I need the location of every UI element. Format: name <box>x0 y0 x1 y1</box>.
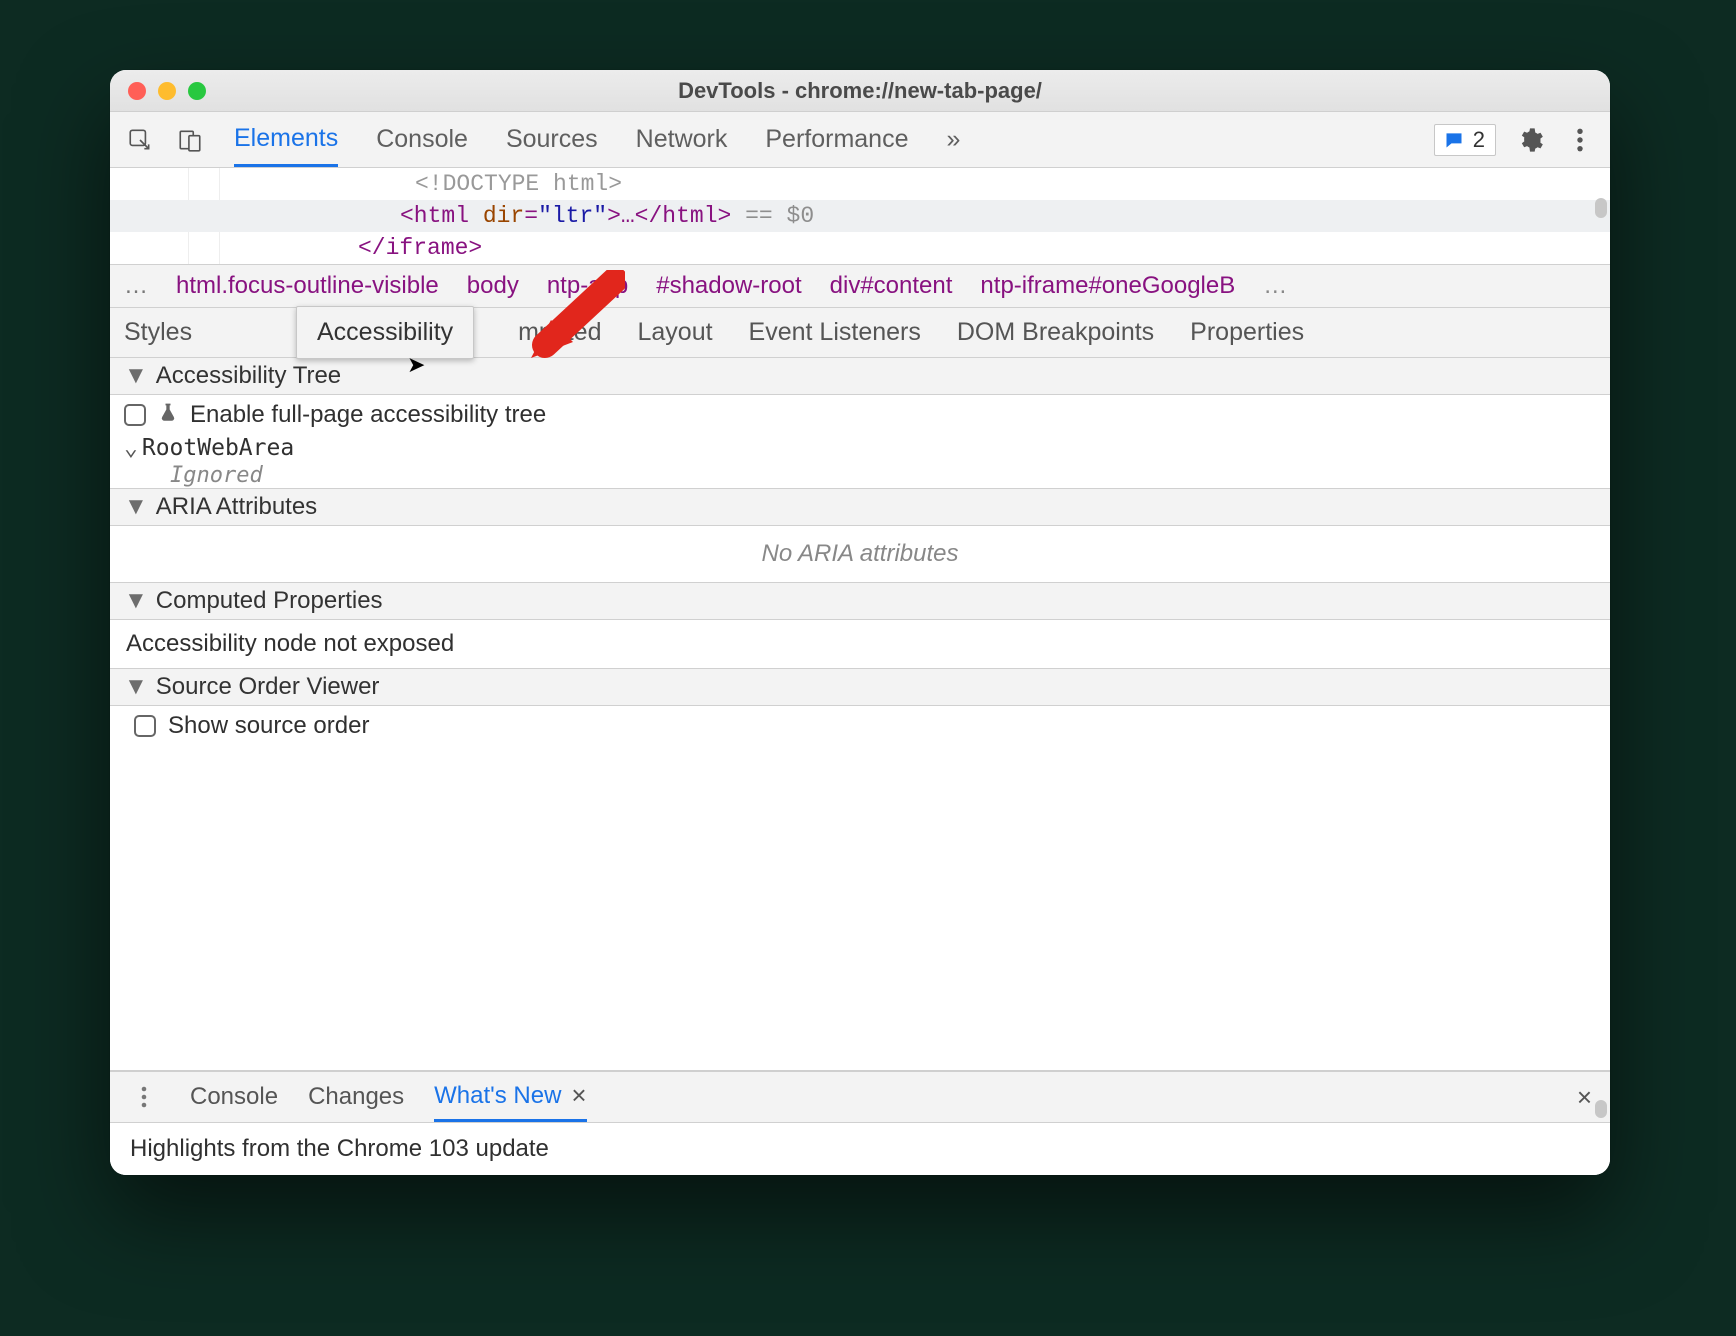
drawer-tab-whats-new[interactable]: What's New × <box>434 1072 586 1122</box>
dom-tree[interactable]: ••• <!DOCTYPE html> ▶ <html dir="ltr">…<… <box>110 168 1610 264</box>
mouse-cursor-icon: ➤ <box>407 352 425 378</box>
show-source-order-label: Show source order <box>168 712 369 740</box>
disclosure-triangle-icon: ▼ <box>124 587 148 615</box>
enable-fullpage-tree-checkbox[interactable] <box>124 404 146 426</box>
main-toolbar: Elements Console Sources Network Perform… <box>110 112 1610 168</box>
tab-sources[interactable]: Sources <box>506 112 598 167</box>
close-drawer-icon[interactable]: × <box>1577 1082 1592 1113</box>
dom-line-doctype[interactable]: <!DOCTYPE html> <box>110 168 1610 200</box>
dom-line-iframe-close[interactable]: </iframe> <box>110 232 1610 264</box>
tab-elements[interactable]: Elements <box>234 112 338 167</box>
a11y-tree-root[interactable]: ⌄RootWebArea <box>110 435 1610 463</box>
section-computed-properties[interactable]: ▼ Computed Properties <box>110 582 1610 620</box>
a11y-ignored-label: Ignored <box>110 463 1610 488</box>
aria-empty-message: No ARIA attributes <box>110 526 1610 582</box>
tab-dom-breakpoints[interactable]: DOM Breakpoints <box>957 308 1154 357</box>
tab-properties[interactable]: Properties <box>1190 308 1304 357</box>
crumb[interactable]: ntp-iframe#oneGoogleB <box>980 272 1235 300</box>
dom-breadcrumb[interactable]: … html.focus-outline-visible body ntp-ap… <box>110 264 1610 308</box>
chevron-down-icon: ⌄ <box>124 435 138 461</box>
window-title: DevTools - chrome://new-tab-page/ <box>110 78 1610 104</box>
tab-console[interactable]: Console <box>376 112 468 167</box>
section-title: Source Order Viewer <box>156 673 380 701</box>
section-aria-attributes[interactable]: ▼ ARIA Attributes <box>110 488 1610 526</box>
drawer-tab-console[interactable]: Console <box>190 1083 278 1111</box>
disclosure-triangle-icon: ▼ <box>124 673 148 701</box>
more-tabs-button[interactable]: » <box>946 112 960 167</box>
dom-line-html[interactable]: <html dir="ltr">…</html> == $0 <box>110 200 1610 232</box>
section-source-order[interactable]: ▼ Source Order Viewer <box>110 668 1610 706</box>
titlebar: DevTools - chrome://new-tab-page/ <box>110 70 1610 112</box>
tab-computed[interactable]: mputed <box>518 308 601 357</box>
settings-gear-icon[interactable] <box>1514 124 1546 156</box>
devtools-window: DevTools - chrome://new-tab-page/ Elemen… <box>110 70 1610 1175</box>
enable-fullpage-tree-row[interactable]: Enable full-page accessibility tree <box>110 395 1610 435</box>
main-panel-tabs: Elements Console Sources Network Perform… <box>234 112 960 167</box>
dom-scrollbar-thumb[interactable] <box>1595 198 1607 218</box>
issues-count: 2 <box>1473 127 1485 153</box>
crumb[interactable]: body <box>467 272 519 300</box>
section-title: Accessibility Tree <box>156 362 341 390</box>
drawer-body: Highlights from the Chrome 103 update <box>110 1122 1610 1175</box>
tab-styles[interactable]: Styles <box>124 308 192 357</box>
issues-icon <box>1443 130 1465 150</box>
crumb[interactable]: #shadow-root <box>656 272 801 300</box>
kebab-menu-icon[interactable] <box>1564 124 1596 156</box>
tab-network[interactable]: Network <box>636 112 728 167</box>
issues-counter[interactable]: 2 <box>1434 124 1496 156</box>
whats-new-headline: Highlights from the Chrome 103 update <box>130 1135 549 1162</box>
breadcrumb-overflow-left[interactable]: … <box>124 272 148 300</box>
crumb[interactable]: div#content <box>830 272 953 300</box>
inspect-element-icon[interactable] <box>124 124 156 156</box>
close-tab-icon[interactable]: × <box>571 1080 586 1111</box>
sidebar-pane-tabs: Styles mputed Layout Event Listeners DOM… <box>110 308 1610 358</box>
drawer: Console Changes What's New × × Highlight… <box>110 1070 1610 1175</box>
crumb[interactable]: ntp-app <box>547 272 628 300</box>
drawer-tab-changes[interactable]: Changes <box>308 1083 404 1111</box>
disclosure-triangle-icon: ▼ <box>124 493 148 521</box>
drawer-scrollbar-thumb[interactable] <box>1595 1100 1607 1118</box>
tab-accessibility-dragging[interactable]: Accessibility <box>296 306 474 359</box>
tab-event-listeners[interactable]: Event Listeners <box>749 308 921 357</box>
section-title: Computed Properties <box>156 587 383 615</box>
tab-layout[interactable]: Layout <box>637 308 712 357</box>
show-source-order-row[interactable]: Show source order <box>110 706 1610 746</box>
drawer-kebab-icon[interactable] <box>128 1081 160 1113</box>
device-toggle-icon[interactable] <box>174 124 206 156</box>
computed-not-exposed-message: Accessibility node not exposed <box>110 620 1610 668</box>
disclosure-triangle-icon: ▼ <box>124 362 148 390</box>
breadcrumb-overflow-right[interactable]: … <box>1263 272 1287 300</box>
enable-fullpage-tree-label: Enable full-page accessibility tree <box>190 401 546 429</box>
drawer-tabs: Console Changes What's New × × <box>110 1072 1610 1122</box>
section-title: ARIA Attributes <box>156 493 317 521</box>
tab-performance[interactable]: Performance <box>765 112 908 167</box>
section-accessibility-tree[interactable]: ▼ Accessibility Tree <box>110 358 1610 395</box>
crumb[interactable]: html.focus-outline-visible <box>176 272 439 300</box>
show-source-order-checkbox[interactable] <box>134 715 156 737</box>
experiment-flask-icon <box>158 401 178 429</box>
